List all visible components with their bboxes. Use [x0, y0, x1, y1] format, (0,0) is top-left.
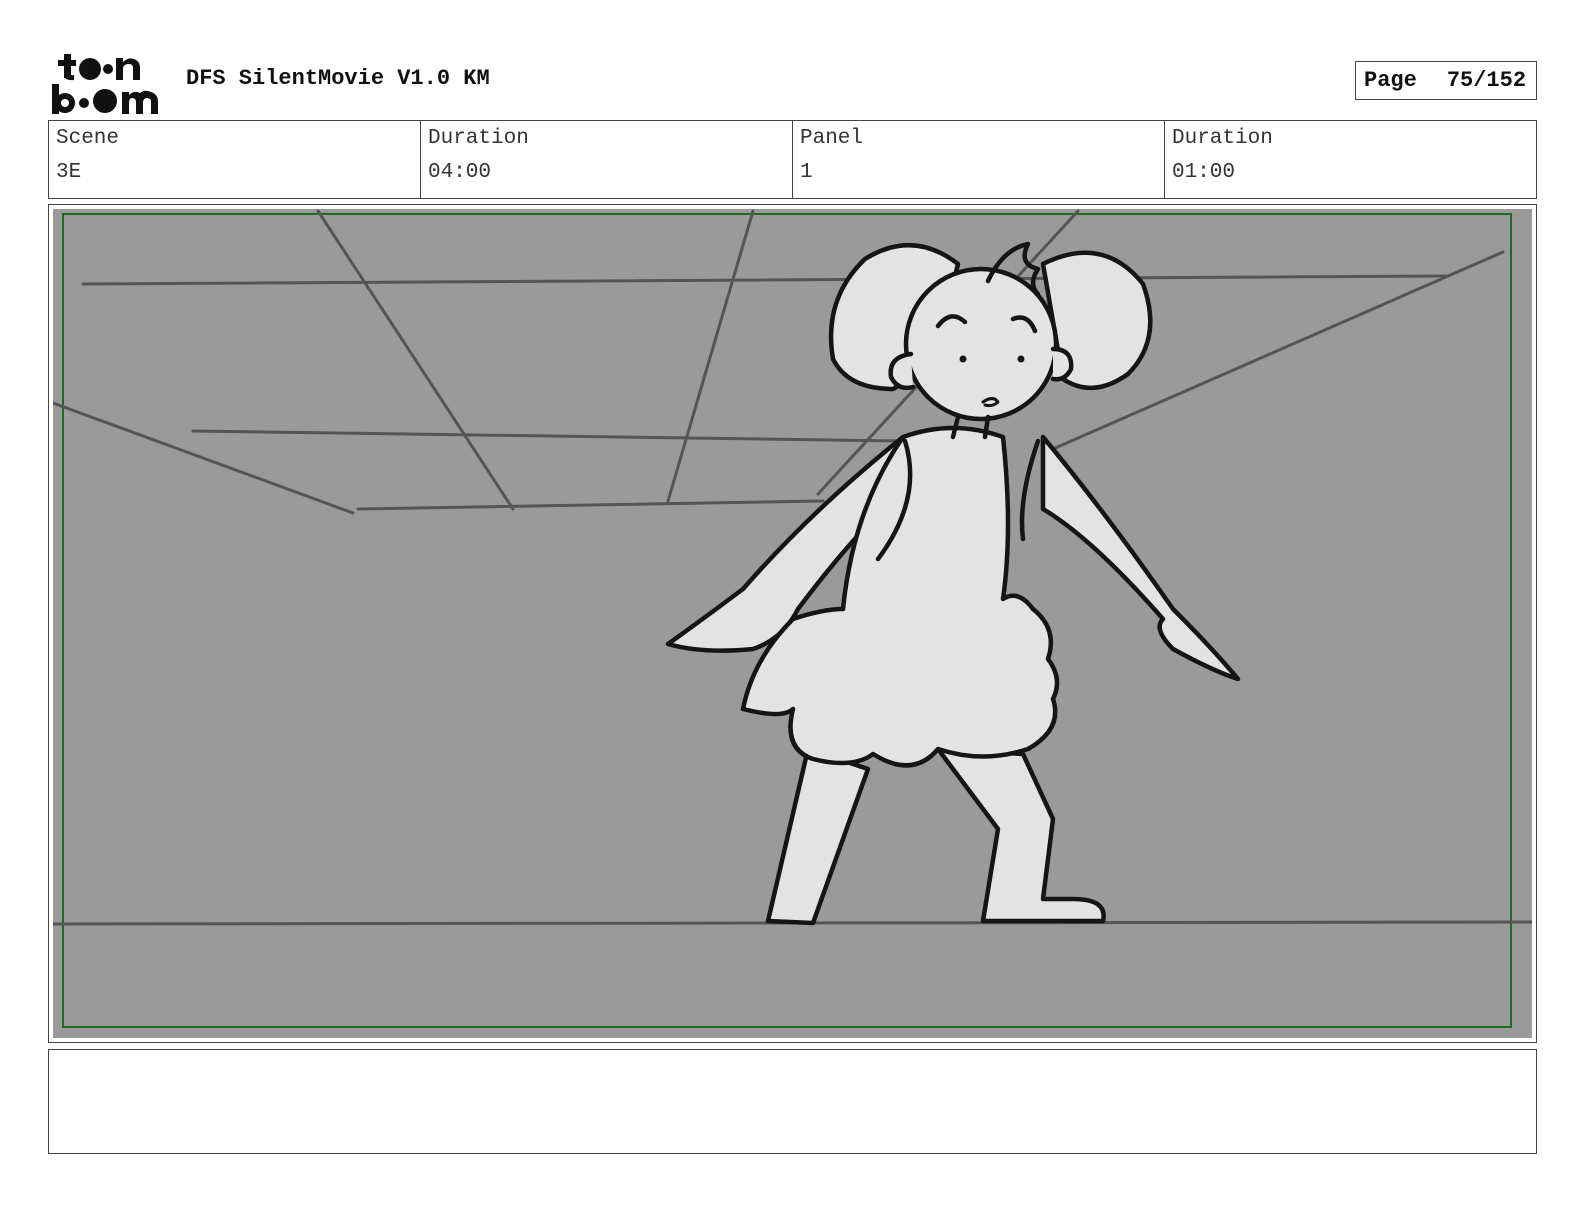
page-number: 75/152: [1446, 68, 1527, 93]
panel-duration-value: 01:00: [1172, 161, 1236, 184]
scene-value: 3E: [56, 161, 82, 184]
project-title: DFS SilentMovie V1.0 KM: [186, 66, 490, 91]
character-figure: [665, 241, 1241, 926]
page-indicator: Page 75/152: [1355, 61, 1537, 100]
scene-label: Scene: [56, 127, 120, 150]
page-label: Page: [1364, 68, 1417, 93]
panel-duration-cell: Duration 01:00: [1165, 121, 1536, 198]
panel-label: Panel: [800, 127, 864, 150]
panel-drawing: [53, 209, 1532, 1038]
panel-duration-label: Duration: [1172, 127, 1273, 150]
scene-info-table: Scene 3E Duration 04:00 Panel 1 Duration…: [48, 120, 1537, 199]
scene-cell: Scene 3E: [49, 121, 421, 198]
scene-duration-cell: Duration 04:00: [421, 121, 793, 198]
storyboard-panel: [48, 204, 1537, 1043]
panel-cell: Panel 1: [793, 121, 1165, 198]
scene-duration-label: Duration: [428, 127, 529, 150]
panel-value: 1: [800, 161, 813, 184]
scene-duration-value: 04:00: [428, 161, 492, 184]
panel-sketch: [53, 209, 1532, 1028]
toon-boom-logo: [50, 50, 166, 116]
notes-box[interactable]: [48, 1049, 1537, 1154]
